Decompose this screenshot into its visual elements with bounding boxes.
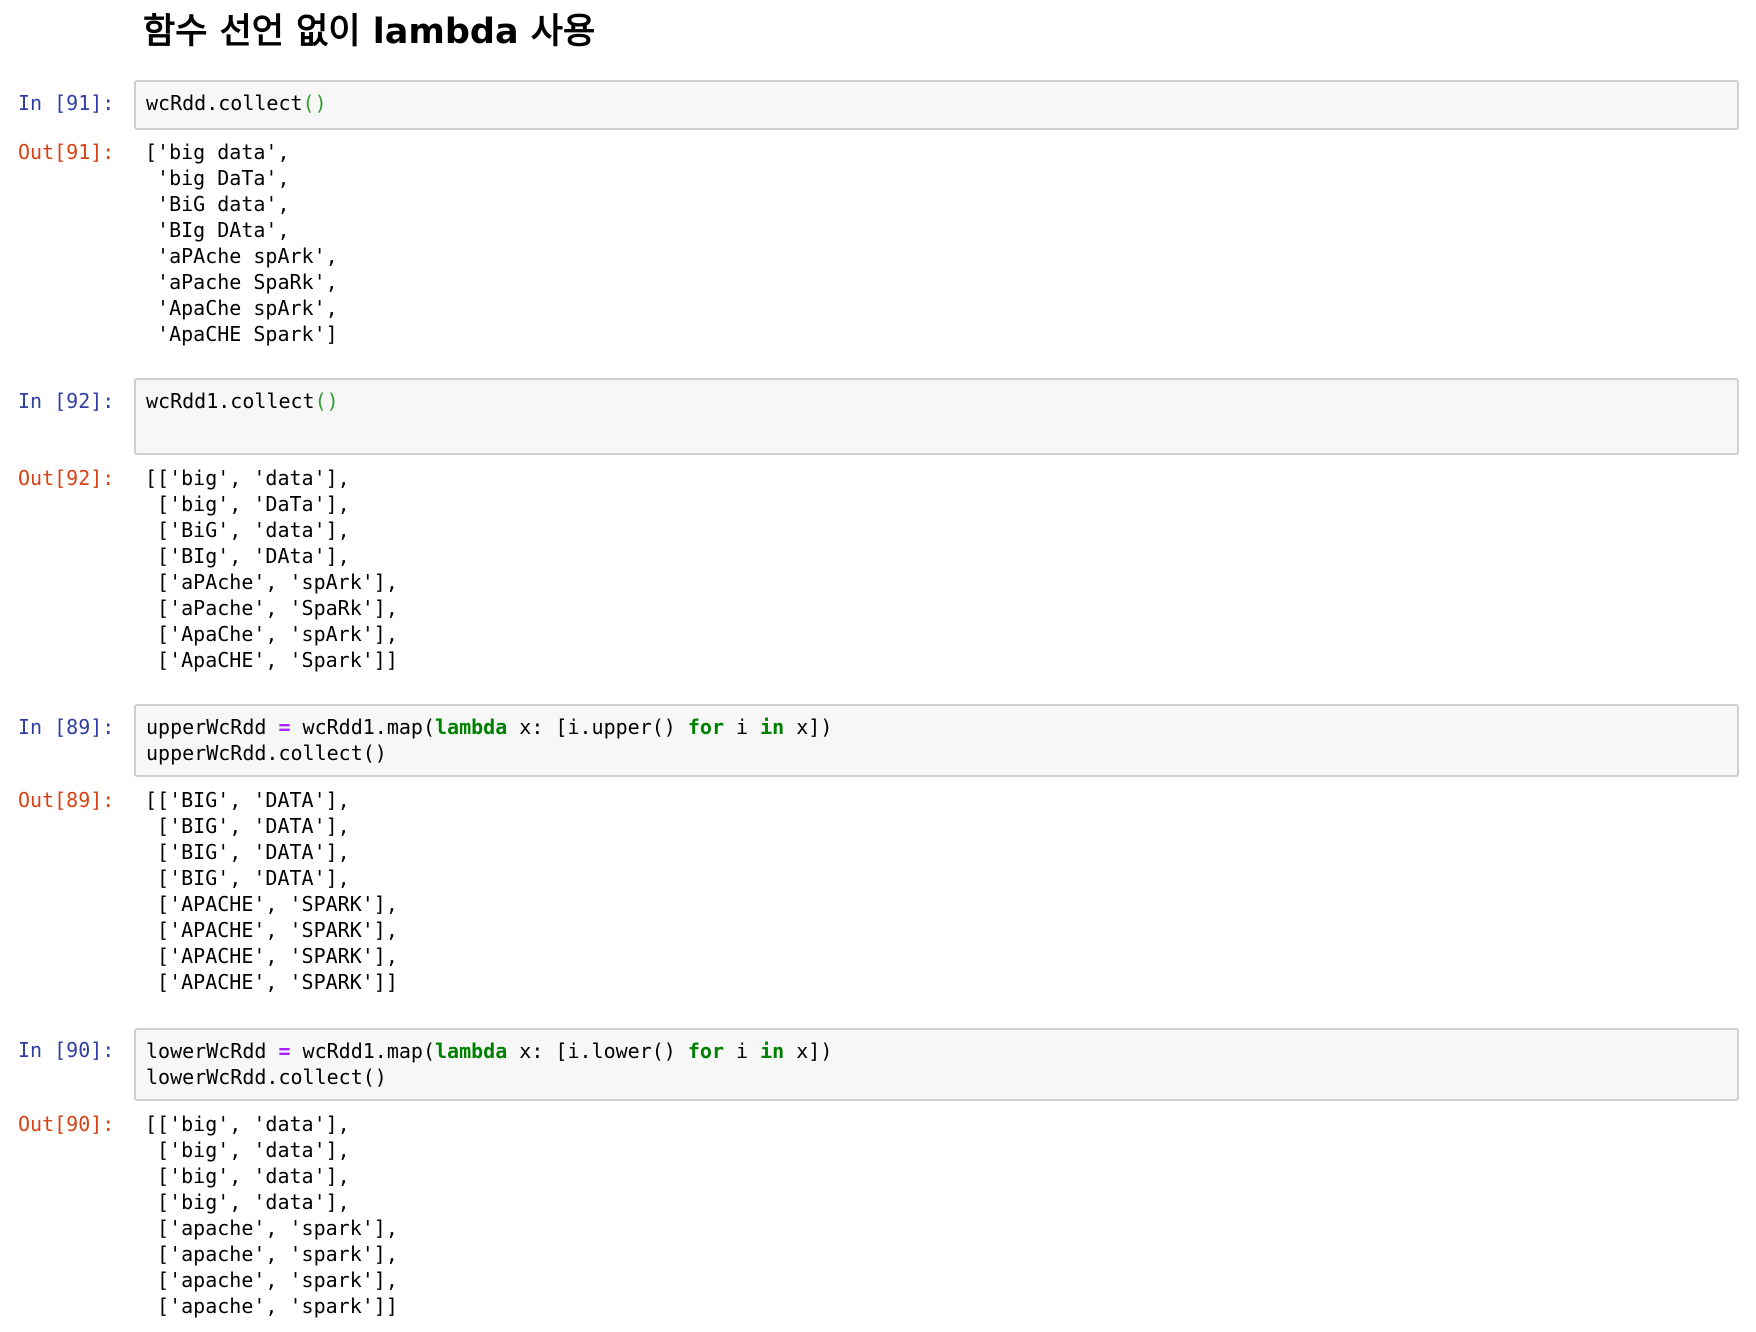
markdown-heading: 함수 선언 없이 lambda 사용 — [143, 12, 596, 52]
cell-output: [['big', 'data'], ['big', 'DaTa'], ['BiG… — [145, 465, 398, 673]
code-token: lowerWcRdd — [146, 1039, 279, 1063]
output-prompt: Out[89]: — [18, 788, 115, 812]
output-line: ['BiG', 'data'], — [145, 518, 350, 542]
output-line: ['big', 'data'], — [145, 1190, 350, 1214]
code-cell-input[interactable]: upperWcRdd = wcRdd1.map(lambda x: [i.upp… — [134, 704, 1739, 777]
output-line: ['BIG', 'DATA'], — [145, 814, 350, 838]
output-line: 'aPAche spArk', — [145, 244, 338, 268]
paren-token: () — [302, 91, 327, 115]
code-token: x]) — [784, 1039, 833, 1063]
output-line: ['APACHE', 'SPARK']] — [145, 970, 398, 994]
operator-token: = — [278, 715, 291, 739]
code-editor[interactable]: wcRdd1.collect() — [146, 388, 339, 414]
code-line: upperWcRdd = wcRdd1.map(lambda x: [i.upp… — [146, 714, 832, 740]
input-prompt: In [89]: — [18, 715, 115, 739]
keyword-token: for — [687, 715, 724, 739]
code-token: upperWcRdd — [146, 715, 279, 739]
output-line: ['apache', 'spark'], — [145, 1216, 398, 1240]
code-token: wcRdd1.collect — [146, 389, 315, 413]
output-line: [['BIG', 'DATA'], — [145, 788, 350, 812]
keyword-token: in — [760, 1039, 785, 1063]
output-line: ['apache', 'spark'], — [145, 1242, 398, 1266]
cell-output: [['big', 'data'], ['big', 'data'], ['big… — [145, 1111, 398, 1319]
output-line: ['BIG', 'DATA'], — [145, 866, 350, 890]
code-editor[interactable]: upperWcRdd = wcRdd1.map(lambda x: [i.upp… — [146, 714, 832, 766]
code-editor[interactable]: wcRdd.collect() — [146, 90, 327, 116]
code-token: i — [724, 715, 761, 739]
output-line: ['ApaCHE', 'Spark']] — [145, 648, 398, 672]
output-line: ['big', 'data'], — [145, 1164, 350, 1188]
code-editor[interactable]: lowerWcRdd = wcRdd1.map(lambda x: [i.low… — [146, 1038, 832, 1090]
output-line: ['aPache', 'SpaRk'], — [145, 596, 398, 620]
output-line: ['APACHE', 'SPARK'], — [145, 944, 398, 968]
output-prompt: Out[92]: — [18, 466, 115, 490]
code-token: wcRdd1.map( — [290, 1039, 435, 1063]
output-line: ['APACHE', 'SPARK'], — [145, 918, 398, 942]
output-line: 'BIg DAta', — [145, 218, 290, 242]
output-line: ['big', 'DaTa'], — [145, 492, 350, 516]
code-cell-input[interactable]: wcRdd1.collect() — [134, 378, 1739, 455]
output-line: ['big', 'data'], — [145, 1138, 350, 1162]
output-prompt: Out[91]: — [18, 140, 115, 164]
input-prompt: In [91]: — [18, 91, 115, 115]
code-cell-input[interactable]: lowerWcRdd = wcRdd1.map(lambda x: [i.low… — [134, 1028, 1739, 1101]
output-line: 'aPache SpaRk', — [145, 270, 338, 294]
output-line: ['apache', 'spark'], — [145, 1268, 398, 1292]
code-cell-input[interactable]: wcRdd.collect() — [134, 80, 1739, 130]
output-line: ['aPAche', 'spArk'], — [145, 570, 398, 594]
code-token: x: [i.upper() — [507, 715, 688, 739]
output-line: ['BIg', 'DAta'], — [145, 544, 350, 568]
code-token: x]) — [784, 715, 833, 739]
code-line: upperWcRdd.collect() — [146, 741, 387, 765]
keyword-token: lambda — [435, 1039, 508, 1063]
input-prompt: In [92]: — [18, 389, 115, 413]
output-line: 'big DaTa', — [145, 166, 290, 190]
code-token: x: [i.lower() — [507, 1039, 688, 1063]
code-token: i — [724, 1039, 761, 1063]
cell-output: [['BIG', 'DATA'], ['BIG', 'DATA'], ['BIG… — [145, 787, 398, 995]
cell-output: ['big data', 'big DaTa', 'BiG data', 'BI… — [145, 139, 338, 347]
code-token: wcRdd1.map( — [290, 715, 435, 739]
output-line: 'ApaChe spArk', — [145, 296, 338, 320]
output-line: 'ApaCHE Spark'] — [145, 322, 338, 346]
paren-token: () — [314, 389, 339, 413]
output-line: ['apache', 'spark']] — [145, 1294, 398, 1318]
code-token: wcRdd.collect — [146, 91, 303, 115]
keyword-token: for — [687, 1039, 724, 1063]
keyword-token: in — [760, 715, 785, 739]
output-line: ['big data', — [145, 140, 290, 164]
code-line: lowerWcRdd = wcRdd1.map(lambda x: [i.low… — [146, 1038, 832, 1064]
output-prompt: Out[90]: — [18, 1112, 115, 1136]
output-line: [['big', 'data'], — [145, 1112, 350, 1136]
output-line: ['APACHE', 'SPARK'], — [145, 892, 398, 916]
output-line: 'BiG data', — [145, 192, 290, 216]
keyword-token: lambda — [435, 715, 508, 739]
code-line: lowerWcRdd.collect() — [146, 1065, 387, 1089]
output-line: ['BIG', 'DATA'], — [145, 840, 350, 864]
output-line: ['ApaChe', 'spArk'], — [145, 622, 398, 646]
operator-token: = — [278, 1039, 291, 1063]
input-prompt: In [90]: — [18, 1038, 115, 1062]
output-line: [['big', 'data'], — [145, 466, 350, 490]
